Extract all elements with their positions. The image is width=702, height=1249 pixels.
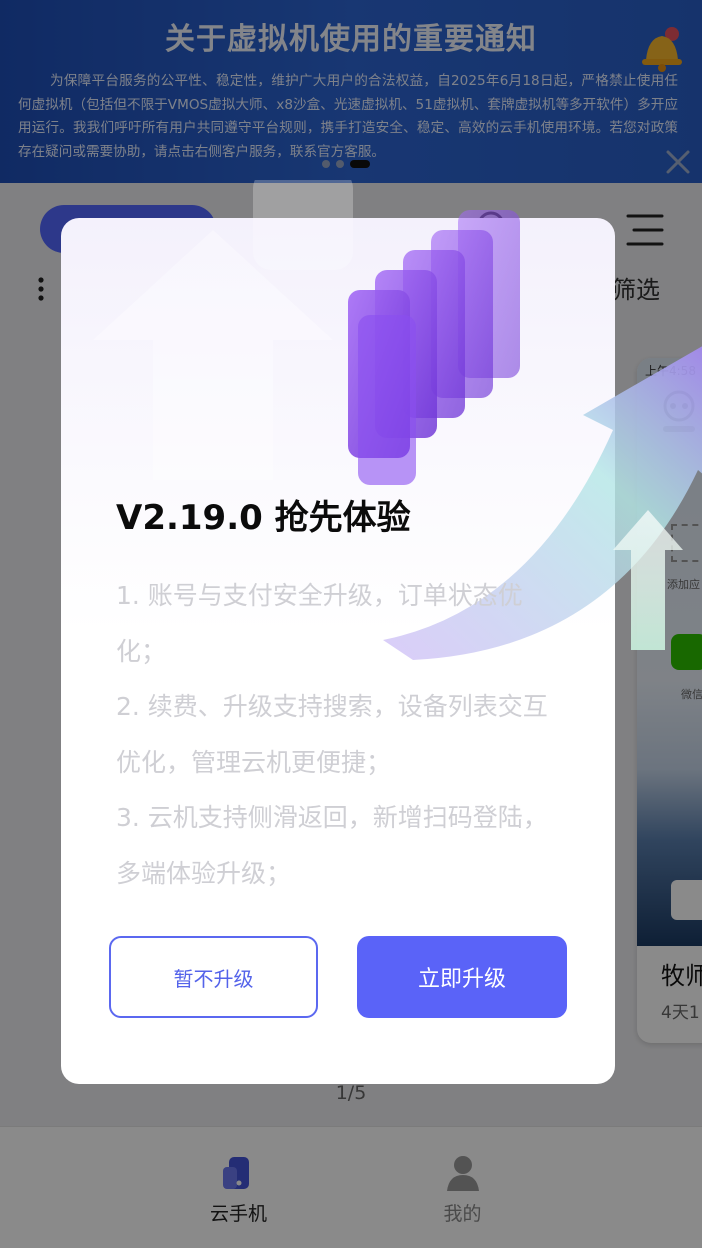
release-note-item: 3. 云机支持侧滑返回，新增扫码登陆，多端体验升级； [116,803,548,888]
upgrade-dialog: V2.19.0 抢先体验 1. 账号与支付安全升级，订单状态优化； 2. 续费、… [61,180,702,1084]
dialog-title: V2.19.0 抢先体验 [116,498,411,538]
release-notes: 1. 账号与支付安全升级，订单状态优化； 2. 续费、升级支持搜索，设备列表交互… [116,568,556,901]
release-note-item: 2. 续费、升级支持搜索，设备列表交互优化，管理云机更便捷； [116,692,548,777]
upgrade-now-button[interactable]: 立即升级 [357,936,567,1018]
release-note-item: 1. 账号与支付安全升级，订单状态优化； [116,581,523,666]
later-button[interactable]: 暂不升级 [109,936,318,1018]
